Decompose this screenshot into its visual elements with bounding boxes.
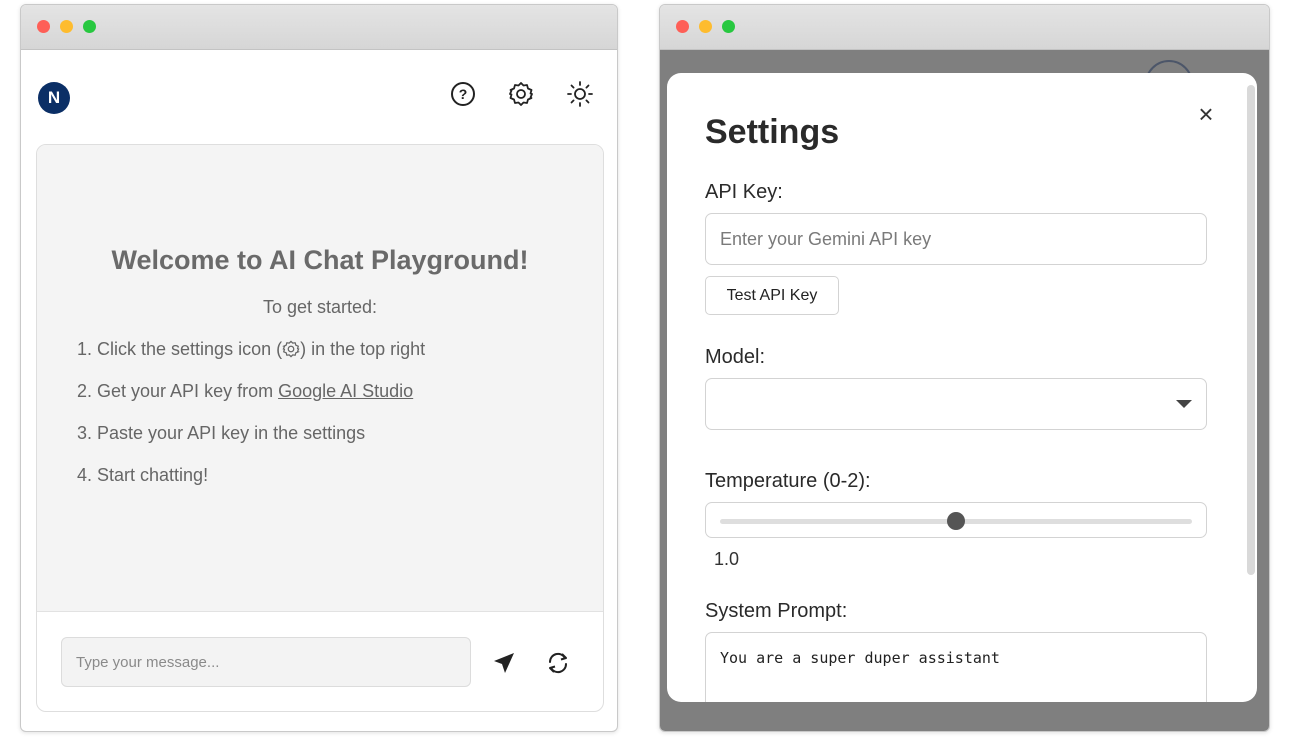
getting-started-steps: 1. Click the settings icon ( ) in the top… [77, 339, 425, 507]
chevron-down-icon [1176, 400, 1192, 408]
test-api-key-button[interactable]: Test API Key [705, 276, 839, 315]
minimize-window-button[interactable] [699, 20, 712, 33]
modal-scrollbar[interactable] [1247, 85, 1255, 575]
temperature-slider[interactable] [705, 502, 1207, 538]
gear-icon [282, 340, 300, 363]
step-item: 4. Start chatting! [77, 465, 209, 485]
help-icon[interactable]: ? [449, 80, 477, 108]
api-key-label: API Key: [705, 181, 783, 203]
settings-window: × Settings API Key: Test API Key Model: … [659, 4, 1270, 732]
message-input[interactable] [61, 637, 471, 687]
step-item: 2. Get your API key from Google AI Studi… [77, 381, 425, 423]
message-area: Welcome to AI Chat Playground! To get st… [37, 145, 603, 612]
maximize-window-button[interactable] [722, 20, 735, 33]
sun-icon[interactable] [566, 80, 594, 108]
step-text: 1. Click the settings icon ( [77, 339, 283, 359]
welcome-subtitle: To get started: [262, 297, 378, 317]
title-bar [21, 5, 617, 50]
temperature-value: 1.0 [714, 549, 740, 569]
api-key-input[interactable] [705, 213, 1207, 265]
step-text: 2. Get your API key from [77, 381, 279, 401]
title-bar [660, 5, 1269, 50]
welcome-title: Welcome to AI Chat Playground! [111, 245, 529, 275]
chat-panel: Welcome to AI Chat Playground! To get st… [36, 144, 604, 712]
modal-overlay[interactable]: × Settings API Key: Test API Key Model: … [660, 50, 1269, 731]
modal-title: Settings [705, 113, 840, 151]
close-window-button[interactable] [676, 20, 689, 33]
app-logo: N [38, 82, 70, 114]
step-text: ) in the top right [300, 339, 426, 359]
settings-modal: × Settings API Key: Test API Key Model: … [667, 73, 1257, 702]
svg-text:?: ? [459, 86, 468, 102]
close-icon[interactable]: × [1193, 101, 1219, 127]
refresh-icon[interactable] [545, 650, 571, 676]
chat-window: N ? Welcome to AI Chat Playground! To ge… [20, 4, 618, 732]
step-item: 1. Click the settings icon ( ) in the top… [77, 339, 425, 381]
model-select[interactable] [705, 378, 1207, 430]
google-ai-studio-link[interactable]: Google AI Studio [278, 381, 413, 401]
model-label: Model: [705, 346, 766, 368]
temperature-label: Temperature (0-2): [705, 470, 871, 492]
app-header: N ? [21, 50, 617, 145]
maximize-window-button[interactable] [83, 20, 96, 33]
system-prompt-label: System Prompt: [705, 600, 848, 622]
send-icon[interactable] [491, 650, 517, 676]
slider-thumb[interactable] [947, 512, 965, 530]
minimize-window-button[interactable] [60, 20, 73, 33]
step-item: 3. Paste your API key in the settings [77, 423, 366, 443]
gear-icon[interactable] [507, 80, 535, 108]
close-window-button[interactable] [37, 20, 50, 33]
system-prompt-textarea[interactable]: You are a super duper assistant [705, 632, 1207, 702]
